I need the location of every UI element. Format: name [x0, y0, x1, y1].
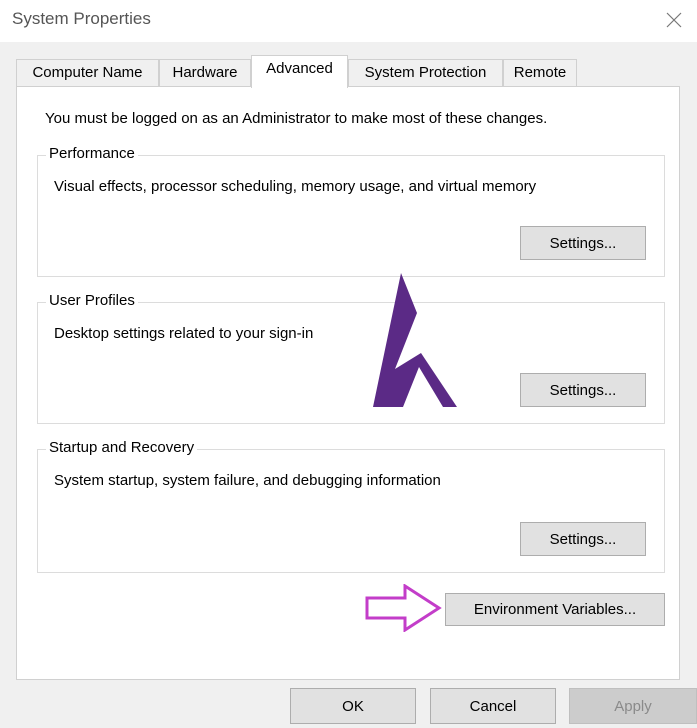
- close-icon: [666, 12, 682, 28]
- tab-label: Remote: [513, 64, 567, 81]
- startup-recovery-description: System startup, system failure, and debu…: [54, 472, 441, 489]
- advanced-tab-panel: You must be logged on as an Administrato…: [16, 86, 680, 680]
- tab-label: Advanced: [266, 60, 333, 77]
- user-profiles-settings-button[interactable]: Settings...: [520, 373, 646, 407]
- user-profiles-legend: User Profiles: [46, 292, 138, 309]
- cancel-button[interactable]: Cancel: [430, 688, 556, 724]
- user-profiles-description: Desktop settings related to your sign-in: [54, 325, 314, 342]
- performance-settings-button[interactable]: Settings...: [520, 226, 646, 260]
- performance-legend: Performance: [46, 145, 138, 162]
- performance-group: Performance Visual effects, processor sc…: [37, 145, 665, 277]
- title-bar: System Properties: [0, 0, 697, 42]
- tab-label: Hardware: [172, 64, 238, 81]
- tab-system-protection[interactable]: System Protection: [348, 59, 503, 87]
- apply-button[interactable]: Apply: [569, 688, 697, 724]
- window-title: System Properties: [12, 9, 151, 28]
- h-logo-icon: [373, 273, 457, 407]
- tab-advanced[interactable]: Advanced: [251, 55, 348, 88]
- ok-button[interactable]: OK: [290, 688, 416, 724]
- tab-label: System Protection: [364, 64, 487, 81]
- startup-recovery-settings-button[interactable]: Settings...: [520, 522, 646, 556]
- tab-hardware[interactable]: Hardware: [159, 59, 251, 87]
- admin-notice: You must be logged on as an Administrato…: [45, 110, 548, 127]
- tab-remote[interactable]: Remote: [503, 59, 577, 87]
- tab-label: Computer Name: [32, 64, 143, 81]
- performance-description: Visual effects, processor scheduling, me…: [54, 178, 537, 195]
- user-profiles-group: User Profiles Desktop settings related t…: [37, 292, 665, 424]
- startup-recovery-legend: Startup and Recovery: [46, 439, 198, 456]
- arrow-right-outline-icon: [365, 584, 442, 632]
- close-button[interactable]: [651, 0, 697, 40]
- startup-recovery-group: Startup and Recovery System startup, sys…: [37, 439, 665, 573]
- tab-computer-name[interactable]: Computer Name: [16, 59, 159, 87]
- environment-variables-button[interactable]: Environment Variables...: [445, 593, 665, 626]
